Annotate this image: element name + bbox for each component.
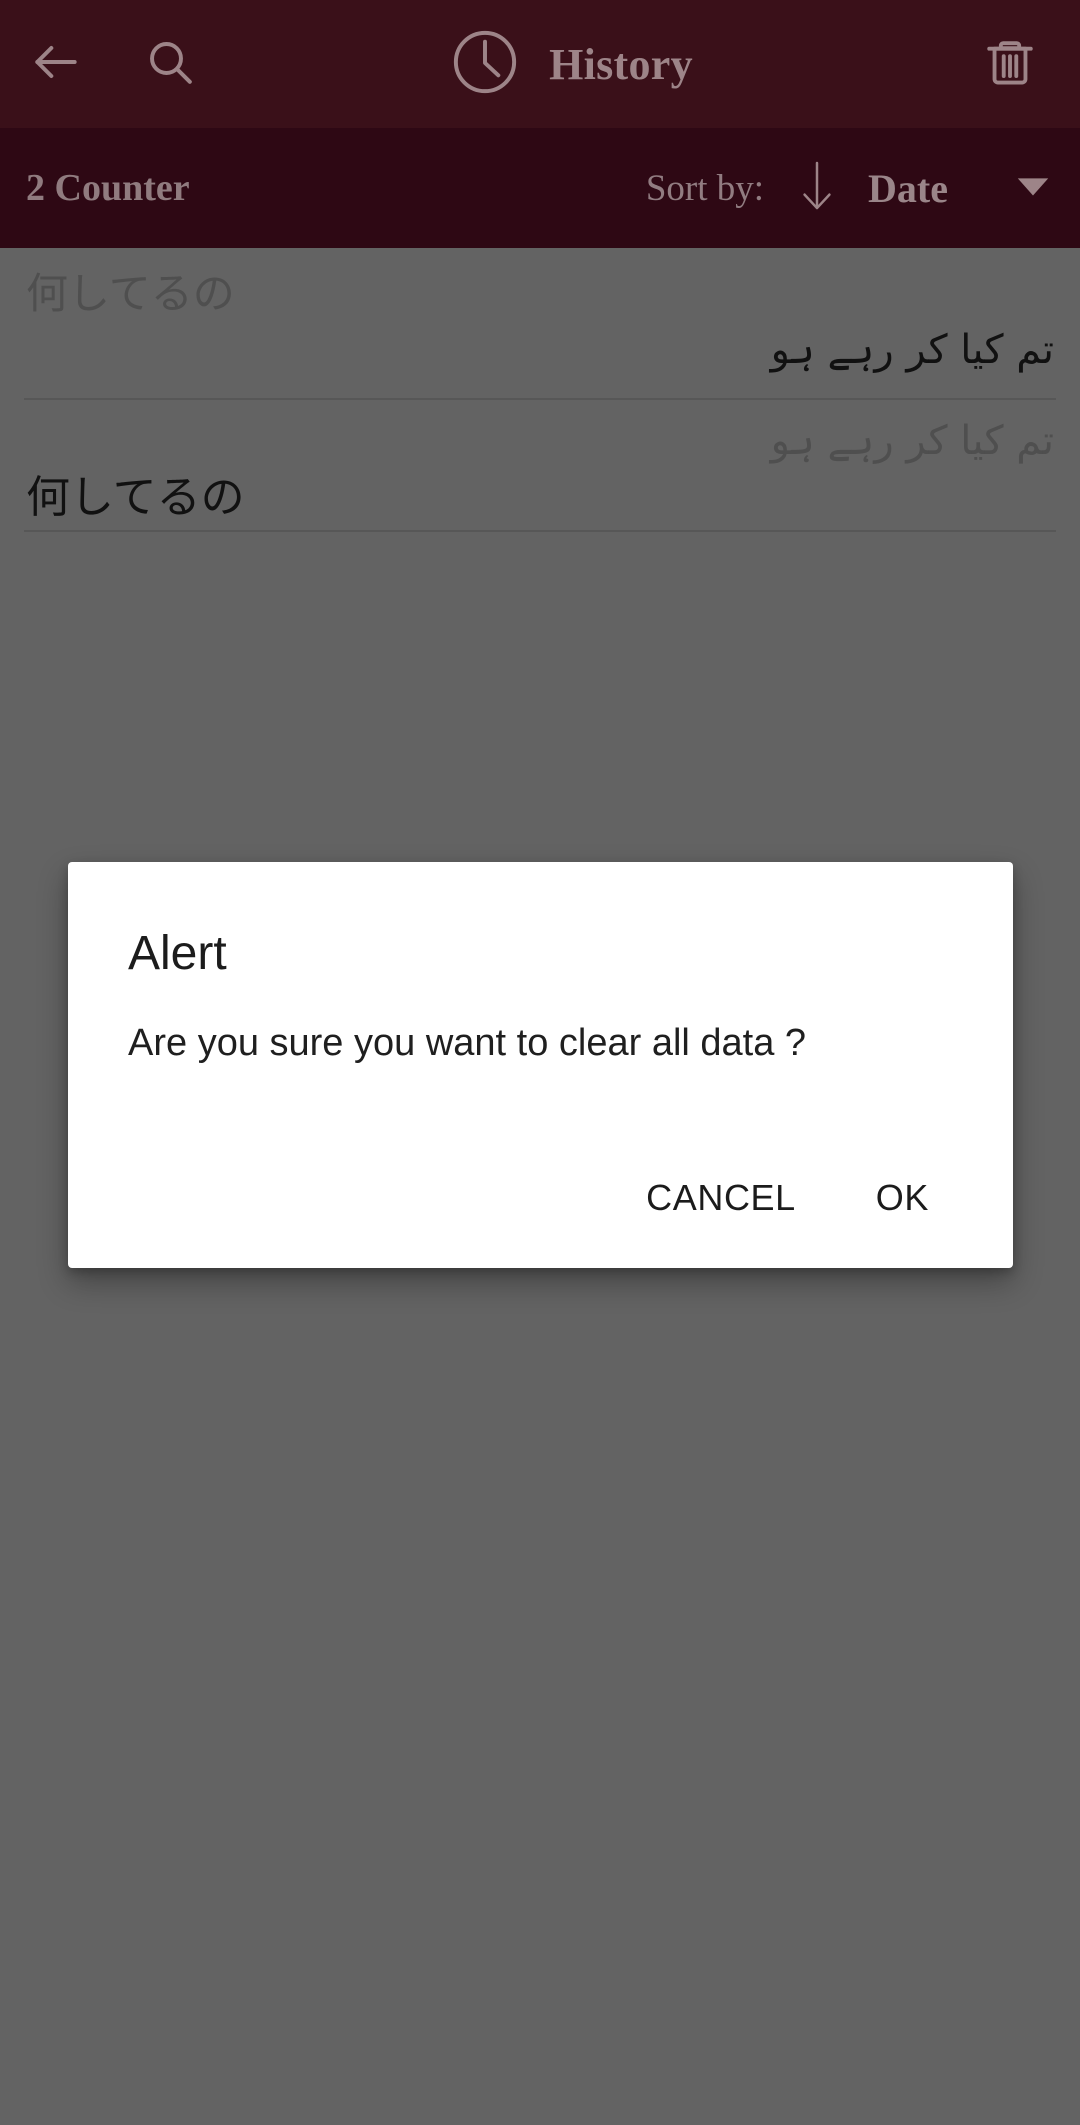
app-bar: History	[0, 0, 1080, 128]
dialog-message: Are you sure you want to clear all data …	[128, 1022, 807, 1064]
sort-direction-button[interactable]	[794, 157, 840, 220]
dialog-title: Alert	[128, 927, 227, 980]
app-bar-title-group: History	[178, 24, 962, 105]
ok-button[interactable]: OK	[858, 1168, 947, 1228]
sort-value[interactable]: Date	[868, 165, 948, 212]
table-row[interactable]: تم کیا کر رہے ہو 何してるの	[0, 400, 1080, 532]
row-divider	[24, 530, 1056, 532]
arrow-left-icon	[28, 34, 84, 95]
caret-down-icon	[1014, 167, 1052, 210]
alert-dialog: Alert Are you sure you want to clear all…	[68, 862, 1013, 1268]
sort-by-label: Sort by:	[645, 167, 765, 209]
sort-bar: 2 Counter Sort by: Date	[0, 128, 1080, 248]
trash-icon	[981, 33, 1039, 96]
history-list: 何してるの تم کیا کر رہے ہو تم کیا کر رہے ہو …	[0, 248, 1080, 532]
arrow-down-icon	[794, 157, 840, 220]
history-source-text: 何してるの	[26, 269, 235, 318]
history-source-text: تم کیا کر رہے ہو	[770, 418, 1054, 464]
clear-all-button[interactable]	[962, 0, 1058, 128]
dialog-actions: CANCEL OK	[68, 1168, 1013, 1268]
clock-icon	[447, 24, 523, 105]
page-title: History	[549, 39, 693, 89]
back-button[interactable]	[8, 0, 104, 128]
history-target-text: تم کیا کر رہے ہو	[770, 326, 1054, 373]
history-target-text: 何してるの	[26, 472, 245, 523]
sort-control[interactable]: Sort by: Date	[646, 157, 1052, 220]
sort-dropdown-button[interactable]	[1014, 167, 1052, 210]
table-row[interactable]: 何してるの تم کیا کر رہے ہو	[0, 248, 1080, 400]
cancel-button[interactable]: CANCEL	[628, 1168, 814, 1228]
history-counter: 2 Counter	[26, 167, 190, 209]
